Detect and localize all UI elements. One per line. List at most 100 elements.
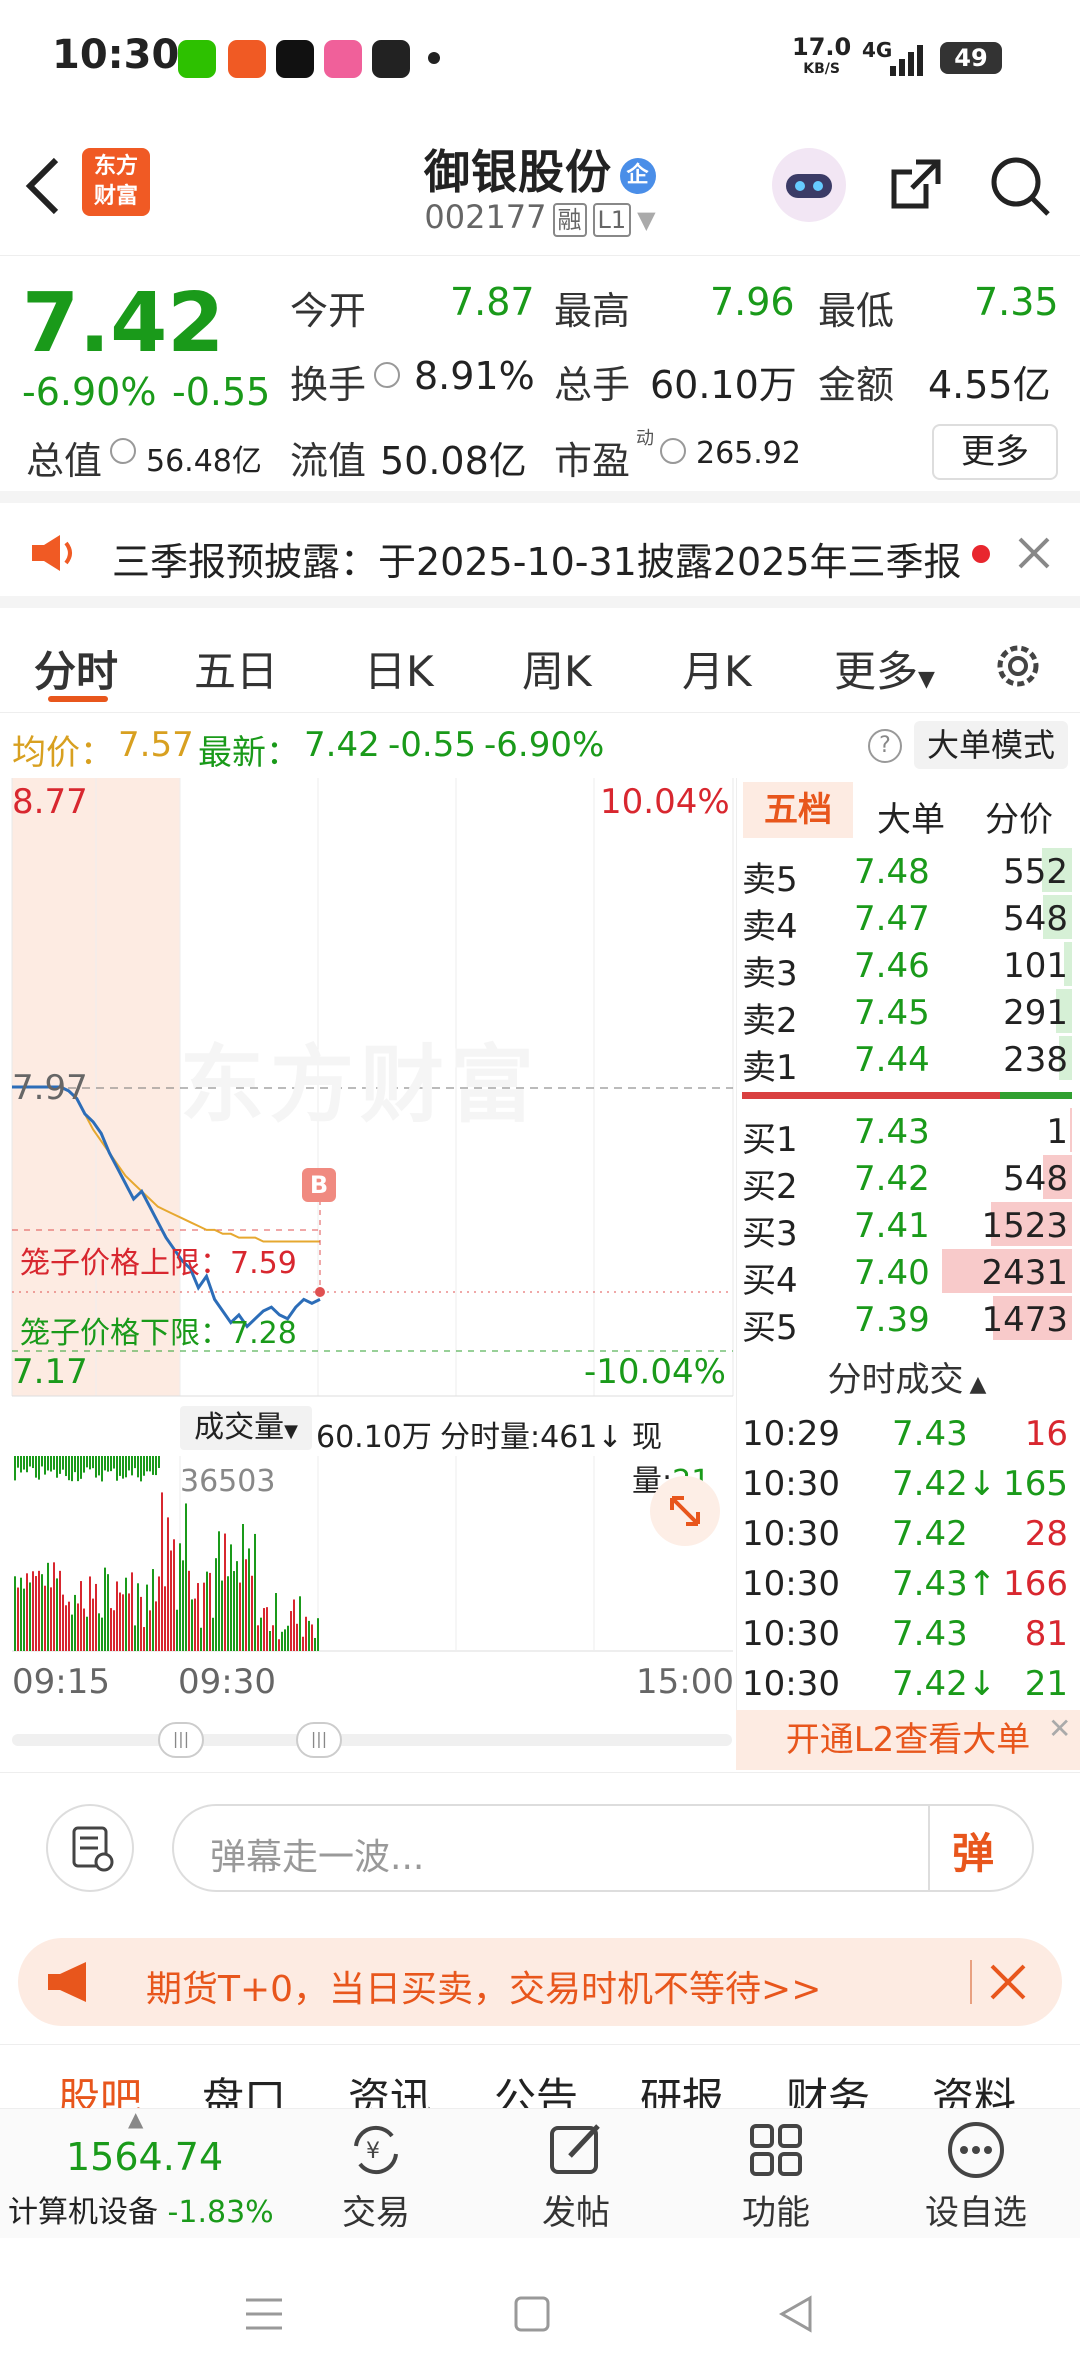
share-icon[interactable]: [886, 154, 946, 218]
volume-bar: [164, 1586, 166, 1651]
close-icon[interactable]: ✕: [1048, 1712, 1071, 1745]
bid-row[interactable]: 买4 7.40 2431: [742, 1249, 1072, 1301]
more-dot-icon: [428, 52, 440, 64]
tab-five-levels[interactable]: 五档: [743, 782, 853, 838]
ask-row[interactable]: 卖3 7.46 101: [742, 942, 1072, 994]
amount-label: 金额: [818, 363, 895, 407]
volume-bar: [143, 1627, 145, 1651]
volume-bar: [20, 1456, 22, 1473]
volume-bar: [146, 1584, 148, 1651]
volume-bar: [53, 1562, 55, 1651]
pe-label: 市盈: [554, 439, 631, 483]
volume-total: 60.10万: [316, 1420, 432, 1455]
volume-bar: [119, 1456, 121, 1476]
volume-selector[interactable]: 成交量▼: [180, 1406, 312, 1450]
intraday-chart[interactable]: 东方财富 8.77 10.04% 7.97 笼子价格上限：7.59 笼子价格下限…: [0, 778, 735, 1403]
index-row[interactable]: 计算机设备 -1.83%: [8, 2187, 274, 2231]
comment-input[interactable]: 弹幕走一波... 弹: [172, 1804, 1034, 1892]
tick-time: 10:30: [742, 1614, 840, 1654]
tab-big-orders[interactable]: 大单: [877, 792, 945, 841]
info-icon[interactable]: [660, 438, 686, 464]
big-order-mode-button[interactable]: 大单模式: [914, 721, 1068, 769]
nav-post[interactable]: 发帖: [506, 2115, 646, 2234]
volume-bar: [17, 1456, 19, 1468]
tab-monthly-k[interactable]: 月K: [682, 638, 752, 699]
open-l2-banner[interactable]: 开通L2查看大单: [736, 1710, 1080, 1770]
tab-more[interactable]: 更多▼: [834, 638, 935, 699]
bid-level: 买2: [742, 1167, 798, 1207]
pe-sup: 动: [636, 428, 654, 449]
ask-price: 7.48: [854, 852, 930, 892]
close-icon[interactable]: [1018, 537, 1050, 573]
tiktok-icon: [276, 40, 314, 78]
index-value[interactable]: 1564.74: [66, 2135, 223, 2179]
range-slider[interactable]: ||| |||: [12, 1722, 732, 1758]
close-icon[interactable]: [990, 1964, 1026, 2004]
ticks-title[interactable]: 分时成交 ▲: [742, 1352, 1072, 1408]
bid-row[interactable]: 买3 7.41 1523: [742, 1202, 1072, 1254]
slider-handle-right[interactable]: |||: [296, 1722, 342, 1758]
subtab-forum[interactable]: 股吧: [58, 2065, 142, 2108]
notice-bar[interactable]: 三季报预披露：于2025-10-31披露2025年三季报: [0, 503, 1080, 608]
comment-settings-icon[interactable]: [46, 1804, 134, 1892]
home-icon[interactable]: [514, 2296, 550, 2336]
info-icon[interactable]: [374, 362, 400, 388]
menu-icon[interactable]: [244, 2296, 284, 2336]
subtab-profile[interactable]: 资料: [932, 2065, 1016, 2108]
bid-row[interactable]: 买1 7.43 1: [742, 1108, 1072, 1160]
slider-handle-left[interactable]: |||: [158, 1722, 204, 1758]
nav-functions[interactable]: 功能: [706, 2115, 846, 2234]
y-min-label: 7.17: [12, 1352, 88, 1392]
volume-bar: [134, 1625, 136, 1651]
high-label: 最高: [554, 289, 631, 333]
bid-level: 买1: [742, 1120, 798, 1160]
comment-placeholder: 弹幕走一波...: [210, 1837, 425, 1878]
ask-row[interactable]: 卖4 7.47 548: [742, 895, 1072, 947]
ask-row[interactable]: 卖1 7.44 238: [742, 1036, 1072, 1088]
settings-icon[interactable]: [990, 638, 1046, 698]
subtab-handicap[interactable]: 盘口: [202, 2065, 286, 2108]
nav-watchlist[interactable]: 设自选: [906, 2115, 1046, 2234]
danmaku-button[interactable]: 弹: [952, 1820, 994, 1881]
volume-bar: [101, 1456, 103, 1482]
tab-weekly-k[interactable]: 周K: [522, 638, 592, 699]
nav-trade[interactable]: ¥ 交易: [306, 2115, 446, 2234]
float-label: 流值: [290, 439, 367, 483]
buy-marker[interactable]: B: [302, 1168, 336, 1202]
grid-icon: [706, 2115, 846, 2185]
volume-bar: [188, 1570, 190, 1651]
volume-bar: [128, 1456, 130, 1471]
bid-row[interactable]: 买5 7.39 1473: [742, 1296, 1072, 1348]
tab-intraday[interactable]: 分时: [34, 638, 118, 699]
help-icon[interactable]: ?: [868, 729, 902, 763]
tab-five-day[interactable]: 五日: [194, 638, 278, 699]
bid-row[interactable]: 买2 7.42 548: [742, 1155, 1072, 1207]
ask-row[interactable]: 卖5 7.48 552: [742, 848, 1072, 900]
info-icon[interactable]: [110, 438, 136, 464]
tab-daily-k[interactable]: 日K: [364, 638, 434, 699]
volume-bar: [44, 1456, 46, 1475]
time-open: 09:30: [178, 1662, 276, 1702]
volume-bar: [221, 1580, 223, 1651]
bid-price: 7.39: [854, 1300, 930, 1340]
robot-avatar[interactable]: [772, 148, 846, 222]
caret-up-icon: ▲: [128, 2107, 144, 2131]
expand-icon[interactable]: [650, 1476, 720, 1546]
ask-row[interactable]: 卖2 7.45 291: [742, 989, 1072, 1041]
subtab-announcements[interactable]: 公告: [494, 2065, 578, 2108]
search-icon[interactable]: [988, 154, 1052, 222]
more-button[interactable]: 更多: [932, 424, 1058, 480]
volume-bar: [158, 1576, 160, 1651]
volume-bar: [14, 1576, 16, 1651]
promo-banner[interactable]: 期货T+0，当日买卖，交易时机不等待>>: [18, 1938, 1062, 2026]
tab-price-dist[interactable]: 分价: [985, 792, 1053, 841]
volume-bar: [218, 1531, 220, 1651]
sub-tabs: 股吧 盘口 资讯 公告 研报 财务 资料: [0, 2044, 1080, 2108]
subtab-research[interactable]: 研报: [640, 2065, 724, 2108]
volume-bar: [107, 1456, 109, 1472]
back-nav-icon[interactable]: [778, 2294, 814, 2338]
subtab-finance[interactable]: 财务: [786, 2065, 870, 2108]
volume-label: 总手: [554, 363, 631, 407]
volume-bar: [23, 1588, 25, 1651]
subtab-news[interactable]: 资讯: [348, 2065, 432, 2108]
